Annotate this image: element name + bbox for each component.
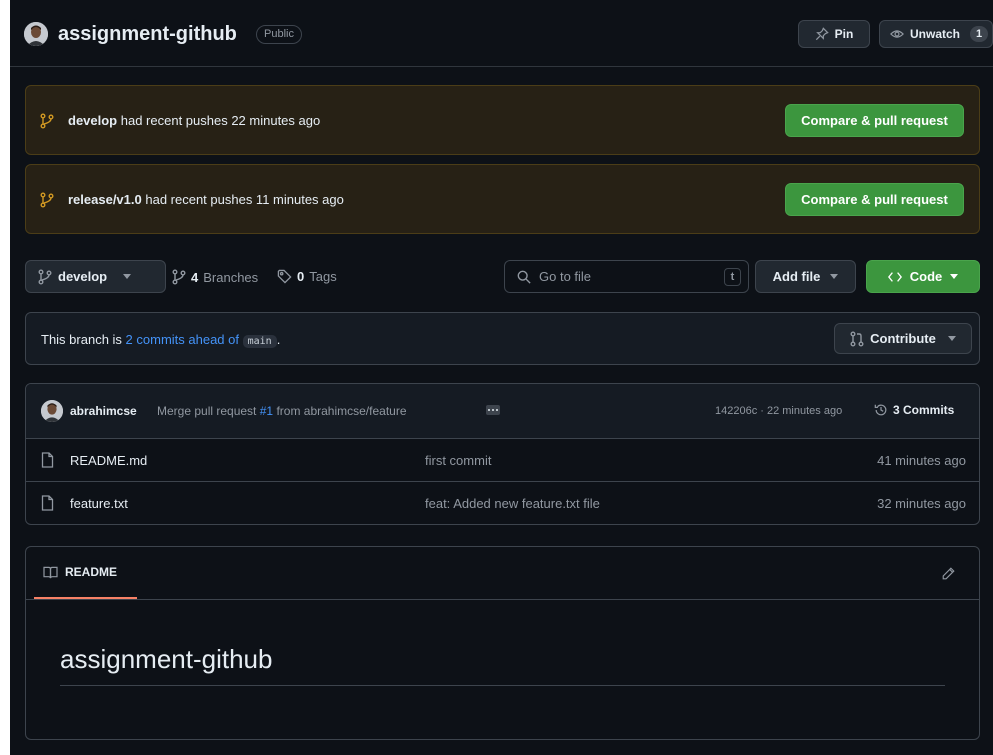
git-branch-icon [38, 269, 52, 285]
push-branch-name[interactable]: develop [68, 113, 117, 128]
recent-push-banner-develop: develop had recent pushes 22 minutes ago… [25, 85, 980, 155]
file-name[interactable]: README.md [70, 453, 147, 468]
git-pull-request-icon [850, 331, 864, 347]
push-message: had recent pushes 11 minutes ago [145, 192, 344, 207]
caret-down-icon [947, 336, 956, 341]
commit-author[interactable]: abrahimcse [70, 404, 137, 418]
ellipsis-dot [492, 409, 494, 411]
commits-count-label: 3 Commits [893, 403, 955, 417]
unwatch-button[interactable]: Unwatch 1 [879, 20, 993, 48]
ahead-suffix: . [276, 332, 281, 347]
visibility-badge: Public [256, 25, 302, 44]
commit-author-avatar[interactable] [41, 400, 63, 422]
file-commit-message[interactable]: feat: Added new feature.txt file [425, 496, 600, 511]
branches-link[interactable]: 4 Branches [172, 269, 258, 285]
file-name[interactable]: feature.txt [70, 496, 128, 511]
file-row[interactable]: README.md first commit 41 minutes ago [26, 439, 979, 482]
readme-tab-label: README [65, 565, 118, 579]
commit-message-prefix: Merge pull request [157, 404, 257, 418]
compare-pull-request-button[interactable]: Compare & pull request [785, 183, 964, 216]
branches-label: Branches [203, 269, 259, 285]
go-to-file-input[interactable]: Go to file t [504, 260, 749, 293]
repo-header: assignment-github Public Pin Unwatch 1 [10, 0, 993, 67]
ellipsis-dot [488, 409, 490, 411]
keyboard-shortcut: t [724, 268, 741, 286]
repo-page: assignment-github Public Pin Unwatch 1 d… [10, 0, 993, 755]
branch-ahead-notice: This branch is 2 commits ahead of main. … [25, 312, 980, 365]
file-browser: abrahimcse Merge pull request #1 from ab… [25, 383, 980, 525]
git-branch-icon [172, 269, 186, 285]
ahead-prefix: This branch is [41, 332, 122, 347]
code-button[interactable]: Code [866, 260, 980, 293]
current-branch-label: develop [58, 269, 108, 284]
git-branch-icon [40, 192, 54, 208]
contribute-button[interactable]: Contribute [834, 323, 972, 354]
history-icon [874, 403, 888, 417]
book-icon [43, 566, 58, 579]
pencil-icon[interactable] [942, 567, 955, 580]
recent-push-banner-release: release/v1.0 had recent pushes 11 minute… [25, 164, 980, 234]
file-row[interactable]: feature.txt feat: Added new feature.txt … [26, 482, 979, 524]
pull-request-link[interactable]: #1 [260, 404, 273, 418]
search-icon [517, 270, 531, 284]
latest-commit-bar: abrahimcse Merge pull request #1 from ab… [26, 384, 979, 439]
unwatch-label: Unwatch [910, 27, 961, 41]
pin-button[interactable]: Pin [798, 20, 870, 48]
commit-message-suffix: from abrahimcse/feature [276, 404, 407, 418]
commits-ahead-link[interactable]: 2 commits ahead of [126, 332, 239, 347]
caret-down-icon [123, 274, 132, 279]
branches-count: 4 [191, 269, 199, 285]
code-icon [887, 271, 902, 283]
push-branch-name[interactable]: release/v1.0 [68, 192, 142, 207]
commit-message[interactable]: Merge pull request #1 from abrahimcse/fe… [157, 404, 407, 418]
ellipsis-dot [496, 409, 498, 411]
commits-history-link[interactable]: 3 Commits [874, 403, 954, 417]
file-icon [41, 452, 54, 468]
branch-ahead-text: This branch is 2 commits ahead of main. [41, 332, 280, 348]
readme-tab[interactable]: README [34, 547, 137, 599]
branch-selector[interactable]: develop [25, 260, 166, 293]
caret-down-icon [950, 274, 959, 279]
push-message: had recent pushes 22 minutes ago [120, 113, 321, 128]
code-label: Code [909, 269, 943, 284]
tags-label: Tags [309, 269, 337, 284]
readme-panel: README assignment-github [25, 546, 980, 740]
tags-count: 0 [297, 269, 305, 284]
compare-pull-request-button[interactable]: Compare & pull request [785, 104, 964, 137]
tag-icon [277, 269, 292, 284]
contribute-label: Contribute [870, 331, 936, 346]
readme-divider [26, 599, 979, 600]
expand-commit-button[interactable] [486, 405, 500, 415]
repo-name[interactable]: assignment-github [58, 22, 237, 46]
watch-count: 1 [970, 26, 989, 42]
tags-link[interactable]: 0 Tags [277, 269, 337, 284]
caret-down-icon [830, 274, 839, 279]
file-commit-message[interactable]: first commit [425, 453, 491, 468]
owner-avatar[interactable] [24, 22, 48, 46]
recent-push-text: release/v1.0 had recent pushes 11 minute… [68, 192, 344, 208]
add-file-label: Add file [772, 269, 821, 284]
readme-heading: assignment-github [60, 643, 945, 686]
recent-push-text: develop had recent pushes 22 minutes ago [68, 113, 320, 129]
pin-label: Pin [834, 27, 854, 41]
commit-hash-time[interactable]: 142206c · 22 minutes ago [715, 405, 842, 417]
git-branch-icon [40, 113, 54, 129]
file-commit-time: 32 minutes ago [877, 496, 966, 511]
pin-icon [815, 27, 829, 41]
base-branch-chip: main [242, 335, 277, 348]
go-to-file-placeholder: Go to file [539, 269, 592, 284]
add-file-button[interactable]: Add file [755, 260, 856, 293]
file-icon [41, 495, 54, 511]
file-commit-time: 41 minutes ago [877, 453, 966, 468]
eye-icon [890, 27, 904, 41]
